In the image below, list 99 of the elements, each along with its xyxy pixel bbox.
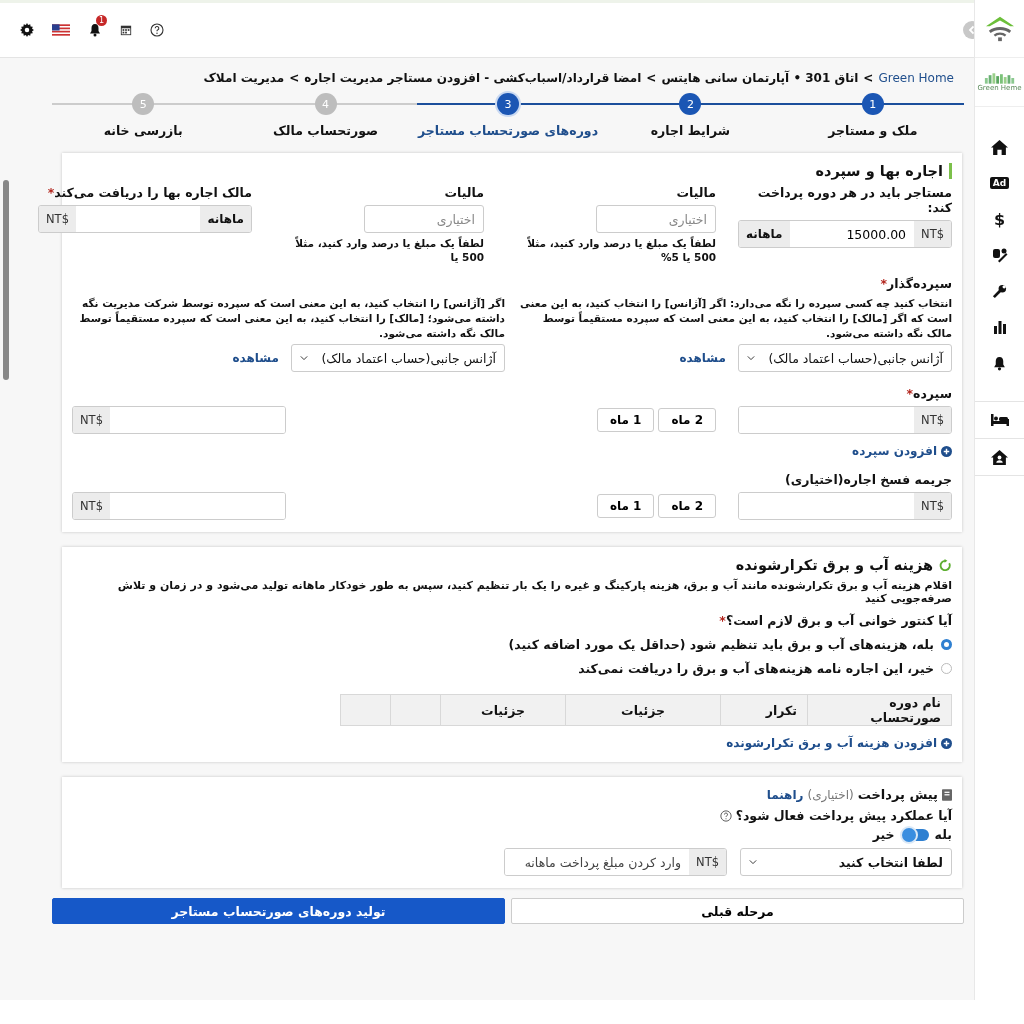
radio-button[interactable] xyxy=(941,663,952,675)
bell-icon[interactable] xyxy=(992,355,1007,371)
section-description: اقلام هزینه آب و برق تکرارشونده مانند آب و برق، هزینه پارکینگ و غیره را یک بار تنظیم کنید، سپس به طور خودکار ماهانه تولید می‌شود و در زمان و تلاش صرفه‌جویی کنید xyxy=(116,579,952,606)
caret-icon[interactable] xyxy=(747,355,755,362)
amount-field[interactable]: NT$ xyxy=(738,492,952,521)
breadcrumb-separator: > xyxy=(646,71,657,87)
bar-chart-icon[interactable] xyxy=(992,320,1007,334)
tools-icon[interactable] xyxy=(991,247,1008,263)
refresh-icon xyxy=(939,558,952,572)
currency-addon: NT$ xyxy=(73,407,110,434)
settings-icon[interactable] xyxy=(20,23,34,37)
title-accent-bar xyxy=(949,163,952,179)
question-label: آیا کنتور خوانی آب و برق لازم است؟* xyxy=(718,613,952,629)
step-label[interactable]: بازرسی خانه xyxy=(103,123,183,138)
column-header: جزئیات xyxy=(440,694,566,726)
radio-button[interactable] xyxy=(941,639,952,651)
optional-note: (اختیاری) xyxy=(807,787,854,802)
month-button[interactable]: 2 ماه xyxy=(658,494,716,519)
calendar-icon[interactable] xyxy=(120,24,132,36)
field-label: مالیات xyxy=(675,185,716,200)
step-number[interactable]: 2 xyxy=(679,93,702,115)
field-label: سپرده‌گذار* xyxy=(879,276,952,292)
breadcrumb-separator: > xyxy=(863,71,874,87)
breadcrumb-item: مدیریت املاک xyxy=(203,71,285,87)
scrollbar[interactable] xyxy=(3,180,9,380)
depositor-description: اگر [آژانس] را انتخاب کنید، به این معنی است که سپرده توسط شرکت مدیریت نگه داشته می‌شود؛ [مالک] را انتخاب کنید، به این معنی است که سپرده مستقیماً توسط مالک نگه داشته می‌شود. xyxy=(78,296,505,341)
previous-step-button[interactable]: مرحله قبلی xyxy=(511,898,964,925)
month-button[interactable]: 2 ماه xyxy=(658,408,716,433)
step-number[interactable]: 1 xyxy=(861,93,884,115)
currency-addon: NT$ xyxy=(689,849,726,876)
caret-icon[interactable] xyxy=(749,859,757,866)
add-utility-link[interactable]: افزودن هزینه آب و برق تکرارشونده xyxy=(726,736,937,751)
home-icon[interactable] xyxy=(991,139,1008,155)
book-icon xyxy=(942,788,952,801)
question-label: آیا عملکرد پیش پرداخت فعال شود؟ xyxy=(735,808,952,824)
step-label[interactable]: صورتحساب مالک xyxy=(273,123,379,138)
breadcrumb-item: اتاق 301 • آپارتمان سانی هایتس xyxy=(661,71,859,87)
amount-field[interactable]: NT$ xyxy=(72,492,286,521)
step-label[interactable]: شرایط اجاره xyxy=(650,123,731,138)
plus-circle-icon[interactable] xyxy=(941,737,952,749)
field-hint: لطفاً یک مبلغ یا درصد وارد کنید، مثلاً 500 یا 5% xyxy=(526,237,716,265)
ad-icon[interactable]: Ad xyxy=(989,177,1010,189)
section-title: اجاره بها و سپرده xyxy=(815,163,943,179)
column-header: تکرار xyxy=(720,694,808,726)
plus-circle-icon[interactable] xyxy=(941,445,952,457)
period-addon[interactable]: ماهانه xyxy=(200,206,251,232)
bed-icon[interactable] xyxy=(990,414,1009,426)
tax-input[interactable]: اختیاری xyxy=(596,205,716,233)
currency-addon: NT$ xyxy=(73,493,110,520)
tax-input[interactable]: اختیاری xyxy=(364,205,484,233)
help-icon[interactable] xyxy=(150,23,164,37)
add-deposit-link[interactable]: افزودن سپرده xyxy=(852,444,937,459)
generate-button[interactable]: تولید دوره‌های صورتحساب مستاجر xyxy=(52,898,505,925)
field-label: سپرده* xyxy=(905,386,952,402)
field-label: مالک اجاره بها را دریافت می‌کند* xyxy=(46,185,252,200)
skyline-logo-icon xyxy=(982,72,1017,84)
house-user-icon[interactable] xyxy=(991,449,1008,465)
radio-label[interactable]: بله، هزینه‌های آب و برق باید تنظیم شود (حداقل یک مورد اضافه کنید) xyxy=(508,637,934,653)
field-hint: لطفاً یک مبلغ یا درصد وارد کنید، مثلاً 500 یا xyxy=(294,237,484,265)
step-label[interactable]: دوره‌های صورتحساب مستاجر xyxy=(417,123,599,138)
depositor-description: انتخاب کنید چه کسی سپرده را نگه می‌دارد: اگر [آژانس] را انتخاب کنید، به این معنی است که اگر [مالک] را انتخاب کنید، به این معنی است که سپرده مستقیماً توسط مالک نگه داشته می‌شود. xyxy=(519,296,952,341)
section-title: پیش پرداخت xyxy=(857,787,938,803)
month-button[interactable]: 1 ماه xyxy=(596,494,655,519)
prepayment-select[interactable]: لطفا انتخاب کنید xyxy=(740,848,952,877)
currency-addon: NT$ xyxy=(39,206,76,232)
breadcrumb-item: امضا قرارداد/اسباب‌کشی - افزودن مستاجر مدیریت اجاره xyxy=(304,71,642,88)
depositor-select[interactable]: آژانس جانبی(حساب اعتماد مالک) xyxy=(291,344,505,373)
field-label: مستاجر باید در هر دوره پرداخت کند: xyxy=(756,185,952,215)
view-link[interactable]: مشاهده xyxy=(232,351,279,366)
period-addon[interactable]: ماهانه xyxy=(739,221,790,247)
help-icon[interactable] xyxy=(719,809,732,822)
breadcrumb-separator: > xyxy=(289,71,300,87)
column-header: نام دوره صورتحساب xyxy=(807,694,952,726)
column-header: جزئیات xyxy=(565,694,721,726)
currency-addon: NT$ xyxy=(914,493,951,520)
help-link[interactable]: راهنما xyxy=(766,787,804,802)
prepayment-toggle[interactable] xyxy=(900,828,929,841)
currency-addon: NT$ xyxy=(914,221,951,247)
field-label: مالیات xyxy=(443,185,484,200)
toggle-label: بله xyxy=(934,827,952,843)
step-label[interactable]: ملک و مستاجر xyxy=(828,123,918,138)
caret-icon[interactable] xyxy=(300,355,308,362)
toggle-label: خیر xyxy=(872,827,895,843)
breadcrumb-item[interactable]: Green Home xyxy=(878,71,954,90)
dollar-icon[interactable]: $ xyxy=(993,209,1006,229)
month-button[interactable]: 1 ماه xyxy=(596,408,655,433)
flag-icon[interactable] xyxy=(52,24,70,36)
section-title: هزینه آب و برق تکرارشونده xyxy=(735,557,933,574)
amount-field[interactable]: NT$ xyxy=(72,406,286,435)
notification-count: 1 xyxy=(95,15,107,26)
wrench-icon[interactable] xyxy=(992,283,1007,299)
field-label: جریمه فسخ اجاره(اختیاری) xyxy=(784,472,952,488)
currency-addon: NT$ xyxy=(914,407,951,434)
view-link[interactable]: مشاهده xyxy=(679,351,726,366)
depositor-select[interactable]: آژانس جانبی(حساب اعتماد مالک) xyxy=(738,344,952,373)
notification-bell-icon[interactable] xyxy=(88,23,102,37)
radio-label[interactable]: خیر، این اجاره نامه هزینه‌های آب و برق را دریافت نمی‌کند xyxy=(578,661,934,677)
step-number[interactable]: 3 xyxy=(497,93,519,115)
amount-field[interactable]: NT$ xyxy=(738,406,952,435)
